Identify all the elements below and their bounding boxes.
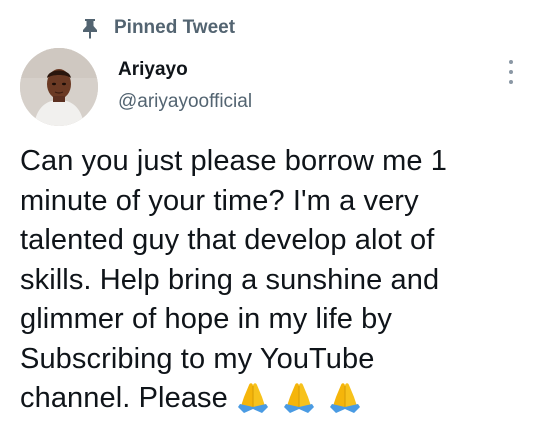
- folded-hands-icon: [326, 379, 364, 413]
- more-dot: [509, 70, 513, 74]
- emoji-group: [234, 379, 364, 413]
- tweet-line: minute of your time? I'm a very: [20, 184, 419, 217]
- author-handle[interactable]: @ariyayoofficial: [118, 90, 252, 114]
- more-dot: [509, 60, 513, 64]
- tweet-line: skills. Help bring a sunshine and: [20, 263, 440, 296]
- tweet-line: talented guy that develop alot of: [20, 224, 435, 256]
- avatar[interactable]: [20, 48, 98, 126]
- tweet-line: Can you just please borrow me 1: [20, 145, 448, 177]
- folded-hands-icon: [234, 379, 272, 413]
- pinned-label: Pinned Tweet: [114, 17, 236, 38]
- tweet-last-line: channel. Please: [20, 379, 530, 419]
- tweet-line: glimmer of hope in my life by: [20, 303, 392, 335]
- tweet-line: channel. Please: [20, 382, 228, 414]
- tweet-text: Can you just please borrow me 1 minute o…: [20, 142, 530, 419]
- more-options-icon[interactable]: [504, 60, 518, 84]
- more-dot: [509, 80, 513, 84]
- pinned-indicator: Pinned Tweet: [80, 14, 235, 42]
- tweet-card[interactable]: Pinned Tweet Ariyayo @ariyayoofficial Ca…: [0, 0, 540, 438]
- author-info: Ariyayo @ariyayoofficial: [118, 58, 252, 114]
- folded-hands-icon: [280, 379, 318, 413]
- pin-icon: [80, 17, 100, 39]
- author-display-name[interactable]: Ariyayo: [118, 58, 252, 82]
- tweet-line: Subscribing to my YouTube: [20, 342, 375, 375]
